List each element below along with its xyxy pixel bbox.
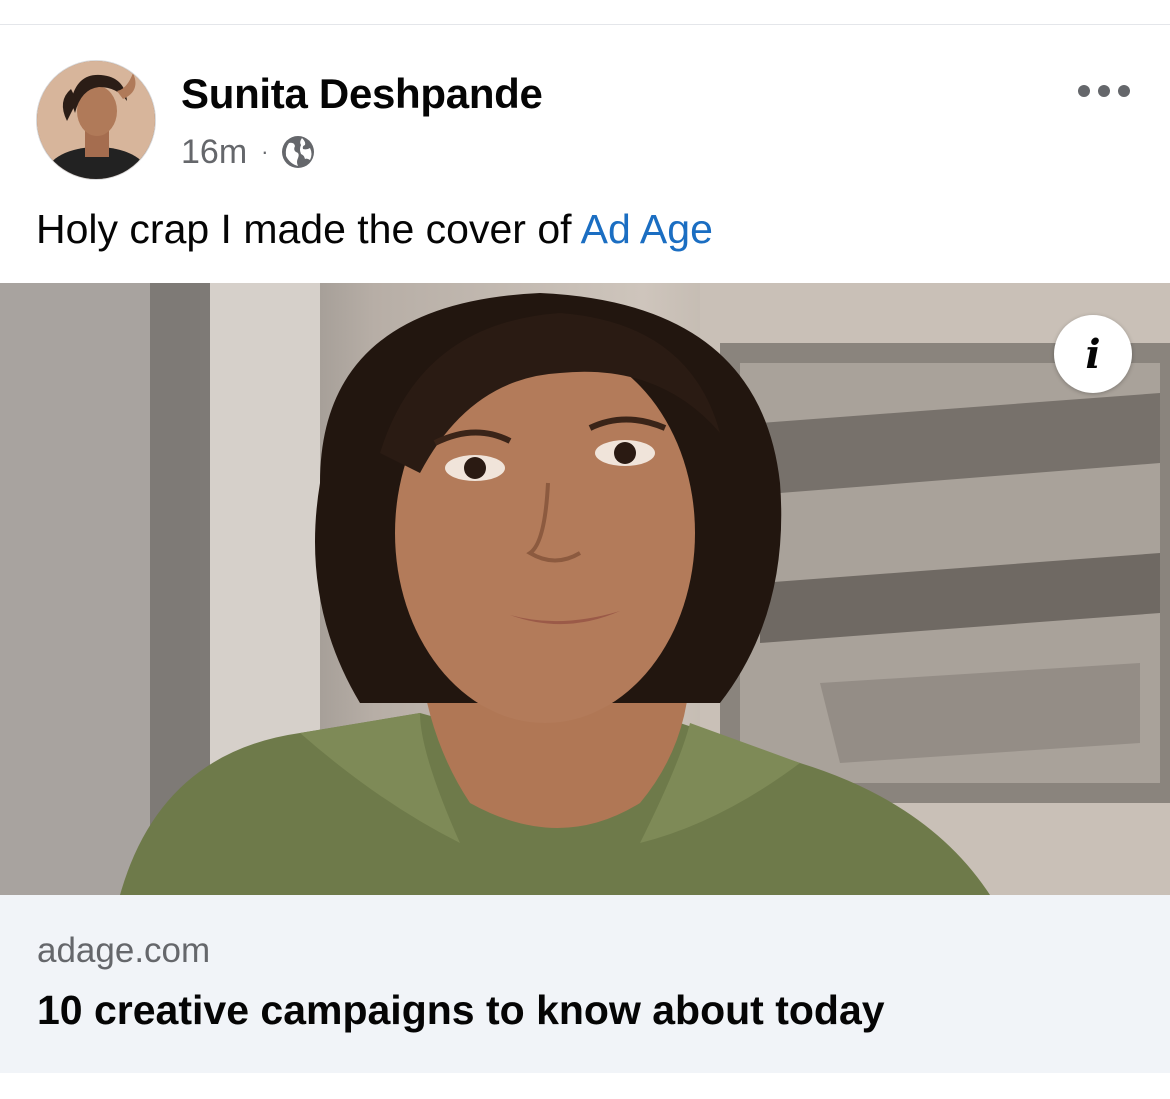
- more-dot: [1118, 85, 1130, 97]
- post-meta: 16m ·: [181, 130, 316, 174]
- link-preview-image[interactable]: [0, 283, 1170, 895]
- post-card: Sunita Deshpande 16m · Holy crap I made …: [0, 0, 1170, 1099]
- author-name[interactable]: Sunita Deshpande: [181, 70, 543, 118]
- preview-photo: [0, 283, 1170, 895]
- info-icon[interactable]: i: [1054, 315, 1132, 393]
- link-domain: adage.com: [37, 931, 211, 970]
- more-options-icon[interactable]: [1078, 80, 1130, 102]
- more-dot: [1098, 85, 1110, 97]
- globe-icon[interactable]: [280, 134, 316, 170]
- avatar-photo: [37, 61, 155, 179]
- meta-separator: ·: [261, 139, 269, 164]
- post-text-link[interactable]: Ad Age: [581, 206, 713, 252]
- more-dot: [1078, 85, 1090, 97]
- top-divider: [0, 24, 1170, 25]
- post-text-body: Holy crap I made the cover of: [36, 206, 581, 252]
- link-preview-card[interactable]: adage.com 10 creative campaigns to know …: [0, 895, 1170, 1073]
- post-time[interactable]: 16m: [181, 133, 247, 172]
- link-title[interactable]: 10 creative campaigns to know about toda…: [37, 987, 885, 1034]
- author-avatar[interactable]: [36, 60, 156, 180]
- post-text: Holy crap I made the cover of Ad Age: [36, 206, 713, 253]
